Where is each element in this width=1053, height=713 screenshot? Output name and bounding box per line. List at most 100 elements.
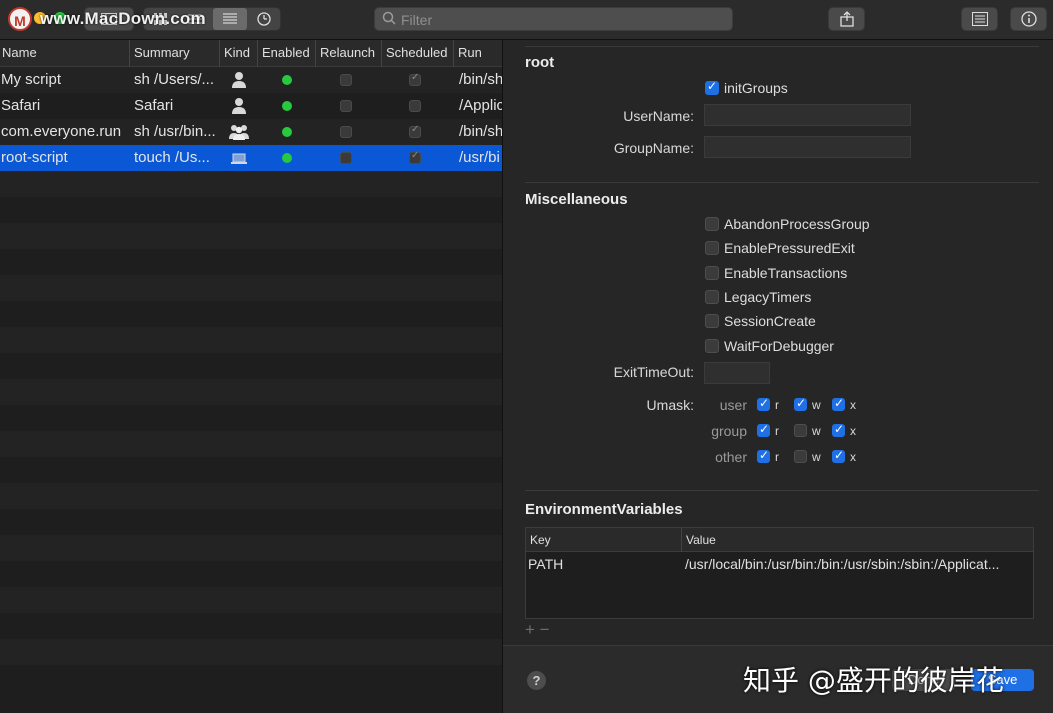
filter-search-field[interactable]: Filter (374, 7, 733, 31)
username-field[interactable] (704, 104, 911, 126)
user-icon (232, 72, 246, 88)
misc-option-checkbox[interactable] (705, 265, 719, 280)
cell-name: com.everyone.run (1, 123, 122, 140)
misc-option-checkbox[interactable] (705, 338, 719, 353)
empty-table-row (0, 483, 502, 509)
enabled-indicator[interactable] (282, 75, 292, 85)
empty-table-row (0, 301, 502, 327)
cell-name: My script (1, 71, 61, 88)
umask-label: Umask: (646, 397, 694, 413)
column-header-scheduled[interactable]: Scheduled (382, 40, 454, 67)
column-header-summary[interactable]: Summary (130, 40, 220, 67)
umask-group-r-checkbox[interactable] (757, 422, 770, 437)
misc-option-label: AbandonProcessGroup (724, 216, 870, 232)
list-view-tab[interactable] (213, 8, 247, 30)
section-title-root: root (525, 54, 555, 71)
groupname-field[interactable] (704, 136, 911, 158)
exittimeout-label: ExitTimeOut: (613, 364, 694, 380)
table-row[interactable]: Safari Safari/Applic (0, 93, 502, 119)
relaunch-checkbox[interactable] (340, 74, 352, 86)
column-header-enabled[interactable]: Enabled (258, 40, 316, 67)
empty-table-row (0, 431, 502, 457)
info-button[interactable] (1010, 7, 1047, 31)
umask-user-r-checkbox[interactable] (757, 396, 770, 411)
column-header-run[interactable]: Run (454, 40, 502, 67)
enabled-indicator[interactable] (282, 101, 292, 111)
empty-table-row (0, 509, 502, 535)
umask-letter: w (812, 450, 821, 464)
empty-table-row (0, 613, 502, 639)
initgroups-checkbox[interactable] (705, 79, 719, 95)
cell-summary: sh /Users/... (134, 71, 215, 88)
column-header-relaunch[interactable]: Relaunch (316, 40, 382, 67)
help-button[interactable]: ? (527, 671, 546, 690)
bottom-bar: ? Done Save 知乎 @盛开的彼岸花 (503, 645, 1053, 713)
umask-other-w-checkbox[interactable] (794, 450, 807, 463)
scheduled-checkbox[interactable] (409, 72, 421, 86)
section-title-environment-variables: EnvironmentVariables (525, 501, 683, 518)
umask-user-w-checkbox[interactable] (794, 396, 807, 411)
enabled-indicator[interactable] (282, 153, 292, 163)
list-detail-icon (971, 12, 988, 26)
misc-option-checkbox[interactable] (705, 314, 719, 329)
umask-user-x-checkbox[interactable] (832, 396, 845, 411)
info-icon (1020, 11, 1037, 27)
env-column-key[interactable]: Key (530, 528, 682, 552)
umask-other-r-checkbox[interactable] (757, 448, 770, 463)
umask-letter: w (812, 424, 821, 438)
search-icon (382, 11, 396, 25)
relaunch-checkbox[interactable] (340, 152, 352, 164)
env-value-cell[interactable]: /usr/local/bin:/usr/bin:/bin:/usr/sbin:/… (685, 556, 1031, 572)
misc-option-checkbox[interactable] (705, 217, 719, 231)
scheduled-checkbox[interactable] (409, 100, 421, 112)
umask-other-x-checkbox[interactable] (832, 448, 845, 463)
umask-group-label: group (711, 423, 747, 439)
scheduled-checkbox[interactable] (409, 124, 421, 138)
exittimeout-field[interactable] (704, 362, 770, 384)
empty-table-row (0, 197, 502, 223)
share-icon (839, 11, 854, 27)
enabled-indicator[interactable] (282, 127, 292, 137)
cell-run: /usr/bi (459, 149, 500, 166)
empty-table-row (0, 379, 502, 405)
section-title-miscellaneous: Miscellaneous (525, 191, 628, 208)
toolbar: M www.MacDown.com Filter (0, 0, 1053, 40)
cell-name: Safari (1, 97, 41, 114)
relaunch-checkbox[interactable] (340, 100, 352, 112)
env-column-value[interactable]: Value (686, 528, 1026, 552)
table-row[interactable]: root-script touch /Us... /usr/bi (0, 145, 502, 171)
filter-placeholder: Filter (401, 12, 433, 28)
umask-letter: x (850, 450, 856, 464)
relaunch-checkbox[interactable] (340, 126, 352, 138)
list-icon (223, 13, 237, 24)
add-remove-env-buttons[interactable]: + − (525, 620, 550, 640)
umask-other-label: other (715, 449, 747, 465)
empty-table-row (0, 275, 502, 301)
share-button[interactable] (828, 7, 865, 31)
inspector-list-button[interactable] (961, 7, 998, 31)
group-icon (229, 125, 249, 140)
umask-letter: x (850, 424, 856, 438)
umask-group-w-checkbox[interactable] (794, 424, 807, 437)
cell-summary: Safari (134, 97, 174, 114)
username-label: UserName: (623, 108, 694, 124)
misc-option-label: EnablePressuredExit (724, 240, 855, 257)
cell-run: /Applic (459, 97, 502, 114)
env-key-cell[interactable]: PATH (528, 556, 678, 572)
separator (525, 182, 1039, 183)
table-row[interactable]: com.everyone.run sh /usr/bin... /bin/sh (0, 119, 502, 145)
empty-table-row (0, 223, 502, 249)
user-icon (232, 98, 246, 114)
history-view-tab[interactable] (247, 8, 281, 30)
misc-option-checkbox[interactable] (705, 241, 719, 256)
cell-summary: sh /usr/bin... (134, 123, 216, 140)
separator (525, 46, 1039, 47)
empty-table-row (0, 639, 502, 665)
scheduled-checkbox[interactable] (409, 150, 421, 164)
umask-group-x-checkbox[interactable] (832, 422, 845, 437)
empty-table-row (0, 587, 502, 613)
column-header-name[interactable]: Name (0, 40, 130, 67)
column-header-kind[interactable]: Kind (220, 40, 258, 67)
table-row[interactable]: My script sh /Users/... /bin/sh (0, 67, 502, 93)
misc-option-checkbox[interactable] (705, 289, 719, 304)
